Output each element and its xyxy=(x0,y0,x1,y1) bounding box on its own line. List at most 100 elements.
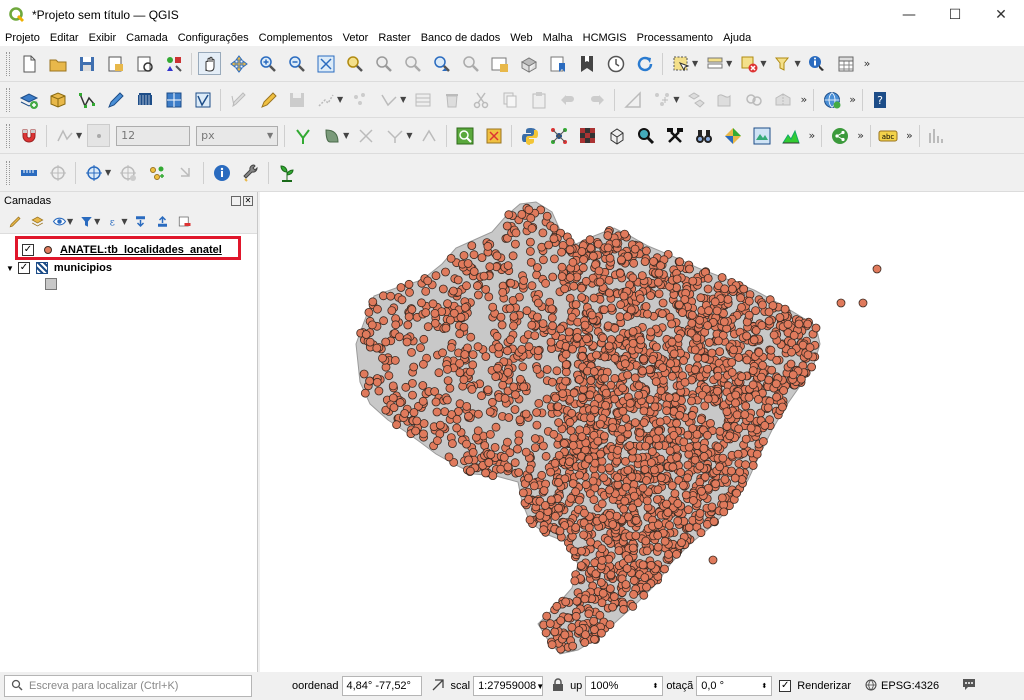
globe-crs-icon[interactable] xyxy=(865,679,877,694)
chevron-down-icon[interactable]: ▼ xyxy=(6,264,14,273)
digitize-shape-icon[interactable] xyxy=(621,88,644,111)
network-analysis-icon[interactable] xyxy=(547,124,570,147)
layout-manager-icon[interactable] xyxy=(133,52,156,75)
deselect-features-icon[interactable] xyxy=(737,52,760,75)
messages-icon[interactable] xyxy=(961,678,977,695)
toggle-extents-icon[interactable] xyxy=(431,678,445,695)
move-label-icon[interactable] xyxy=(174,161,197,184)
filter-by-expression-icon[interactable]: ε xyxy=(104,213,122,231)
histogram-icon[interactable] xyxy=(926,124,949,147)
locator-search-input[interactable]: Escreva para localizar (Ctrl+K) xyxy=(4,675,252,697)
save-layer-edits-icon[interactable] xyxy=(285,88,308,111)
wrench-icon[interactable] xyxy=(239,161,262,184)
menu-ajuda[interactable]: Ajuda xyxy=(718,30,756,46)
split-features-icon[interactable] xyxy=(771,88,794,111)
menu-exibir[interactable]: Exibir xyxy=(84,30,122,46)
zoom-full-icon[interactable] xyxy=(314,52,337,75)
map-canvas[interactable] xyxy=(260,192,1024,672)
zoom-native-icon[interactable] xyxy=(401,52,424,75)
rotation-input[interactable]: 0,0 ° ⬍ xyxy=(696,676,773,696)
zoom-next-icon[interactable] xyxy=(459,52,482,75)
plant-plugin-icon[interactable] xyxy=(275,161,298,184)
filter-legend-icon[interactable] xyxy=(77,213,95,231)
vertex-editor-icon[interactable] xyxy=(116,161,139,184)
3d-shape-icon[interactable] xyxy=(605,124,628,147)
menu-editar[interactable]: Editar xyxy=(45,30,84,46)
map-svg[interactable] xyxy=(260,192,1024,672)
offset-curve-icon[interactable] xyxy=(742,88,765,111)
raster-calculator-icon[interactable] xyxy=(133,88,156,111)
select-by-value-icon[interactable] xyxy=(703,52,726,75)
manage-map-themes-icon[interactable] xyxy=(50,213,68,231)
menu-malha[interactable]: Malha xyxy=(538,30,578,46)
info-icon[interactable] xyxy=(210,161,233,184)
advanced-digitizing-icon[interactable] xyxy=(650,88,673,111)
paste-features-icon[interactable] xyxy=(527,88,550,111)
render-checkbox[interactable]: ✓ xyxy=(779,680,792,692)
binoculars-icon[interactable] xyxy=(692,124,715,147)
zoom-to-layer-icon[interactable] xyxy=(372,52,395,75)
grid-layer-icon[interactable] xyxy=(162,88,185,111)
close-panel-icon[interactable]: ✕ xyxy=(243,196,253,206)
label-tool-icon[interactable]: abc xyxy=(877,124,900,147)
add-line-feature-icon[interactable] xyxy=(314,88,337,111)
menu-vetor[interactable]: Vetor xyxy=(338,30,374,46)
magnifier-input[interactable]: 100% ⬍ xyxy=(585,676,664,696)
digitize-vertex-icon[interactable] xyxy=(75,88,98,111)
tools-crossed-icon[interactable] xyxy=(663,124,686,147)
maximize-button[interactable]: ☐ xyxy=(932,0,978,30)
layer-visibility-checkbox[interactable]: ✓ xyxy=(17,262,30,274)
pencil-edit-icon[interactable] xyxy=(104,88,127,111)
pan-hand-icon[interactable] xyxy=(198,52,221,75)
select-features-icon[interactable] xyxy=(669,52,692,75)
reshape-features-icon[interactable] xyxy=(713,88,736,111)
save-project-icon[interactable] xyxy=(75,52,98,75)
open-attribute-table-icon[interactable] xyxy=(835,52,858,75)
share-icon[interactable] xyxy=(828,124,851,147)
cut-features-icon[interactable] xyxy=(469,88,492,111)
expand-all-icon[interactable] xyxy=(131,213,149,231)
raster-grid-icon[interactable] xyxy=(576,124,599,147)
menu-raster[interactable]: Raster xyxy=(373,30,415,46)
redo-icon[interactable] xyxy=(585,88,608,111)
new-map-view-icon[interactable] xyxy=(488,52,511,75)
copy-features-icon[interactable] xyxy=(498,88,521,111)
menu-web[interactable]: Web xyxy=(505,30,537,46)
refresh-icon[interactable] xyxy=(633,52,656,75)
menu-hcmgis[interactable]: HCMGIS xyxy=(578,30,632,46)
avoid-overlap-icon[interactable] xyxy=(417,124,440,147)
annotation-points-icon[interactable] xyxy=(145,161,168,184)
menu-camada[interactable]: Camada xyxy=(121,30,173,46)
coordinate-field[interactable]: 4,84° -77,52° xyxy=(341,676,422,696)
new-geopackage-layer-icon[interactable] xyxy=(46,88,69,111)
zoom-in-icon[interactable] xyxy=(256,52,279,75)
delete-selected-icon[interactable] xyxy=(440,88,463,111)
add-group-icon[interactable] xyxy=(28,213,46,231)
layer-item-municipios[interactable]: ▼ ✓ municipios xyxy=(6,260,112,276)
python-console-icon[interactable] xyxy=(518,124,541,147)
snapping-on-intersection-icon[interactable] xyxy=(320,124,343,147)
modify-attributes-icon[interactable] xyxy=(411,88,434,111)
vertex-tool-icon[interactable] xyxy=(377,88,400,111)
menu-processamento[interactable]: Processamento xyxy=(632,30,718,46)
temporal-controller-icon[interactable] xyxy=(604,52,627,75)
help-icon[interactable]: ? xyxy=(869,88,892,111)
add-layer-icon[interactable] xyxy=(17,88,40,111)
current-edits-icon[interactable] xyxy=(256,88,279,111)
identify-features-icon[interactable] xyxy=(806,52,829,75)
terrain-profile-icon[interactable] xyxy=(779,124,802,147)
remove-layer-icon[interactable] xyxy=(175,213,193,231)
pan-to-selection-icon[interactable] xyxy=(227,52,250,75)
undo-icon[interactable] xyxy=(556,88,579,111)
new-bookmark-icon[interactable] xyxy=(546,52,569,75)
add-point-feature-icon[interactable] xyxy=(348,88,371,111)
open-project-icon[interactable] xyxy=(46,52,69,75)
style-manager-icon[interactable] xyxy=(162,52,185,75)
close-button[interactable]: ✕ xyxy=(978,0,1024,30)
open-layer-styling-icon[interactable] xyxy=(6,213,24,231)
crosshair-icon[interactable] xyxy=(46,161,69,184)
snapping-unit-select[interactable]: px ▼ xyxy=(196,125,279,146)
zoom-out-icon[interactable] xyxy=(285,52,308,75)
minimize-button[interactable]: — xyxy=(886,0,932,30)
open-field-calculator-icon[interactable] xyxy=(771,52,794,75)
